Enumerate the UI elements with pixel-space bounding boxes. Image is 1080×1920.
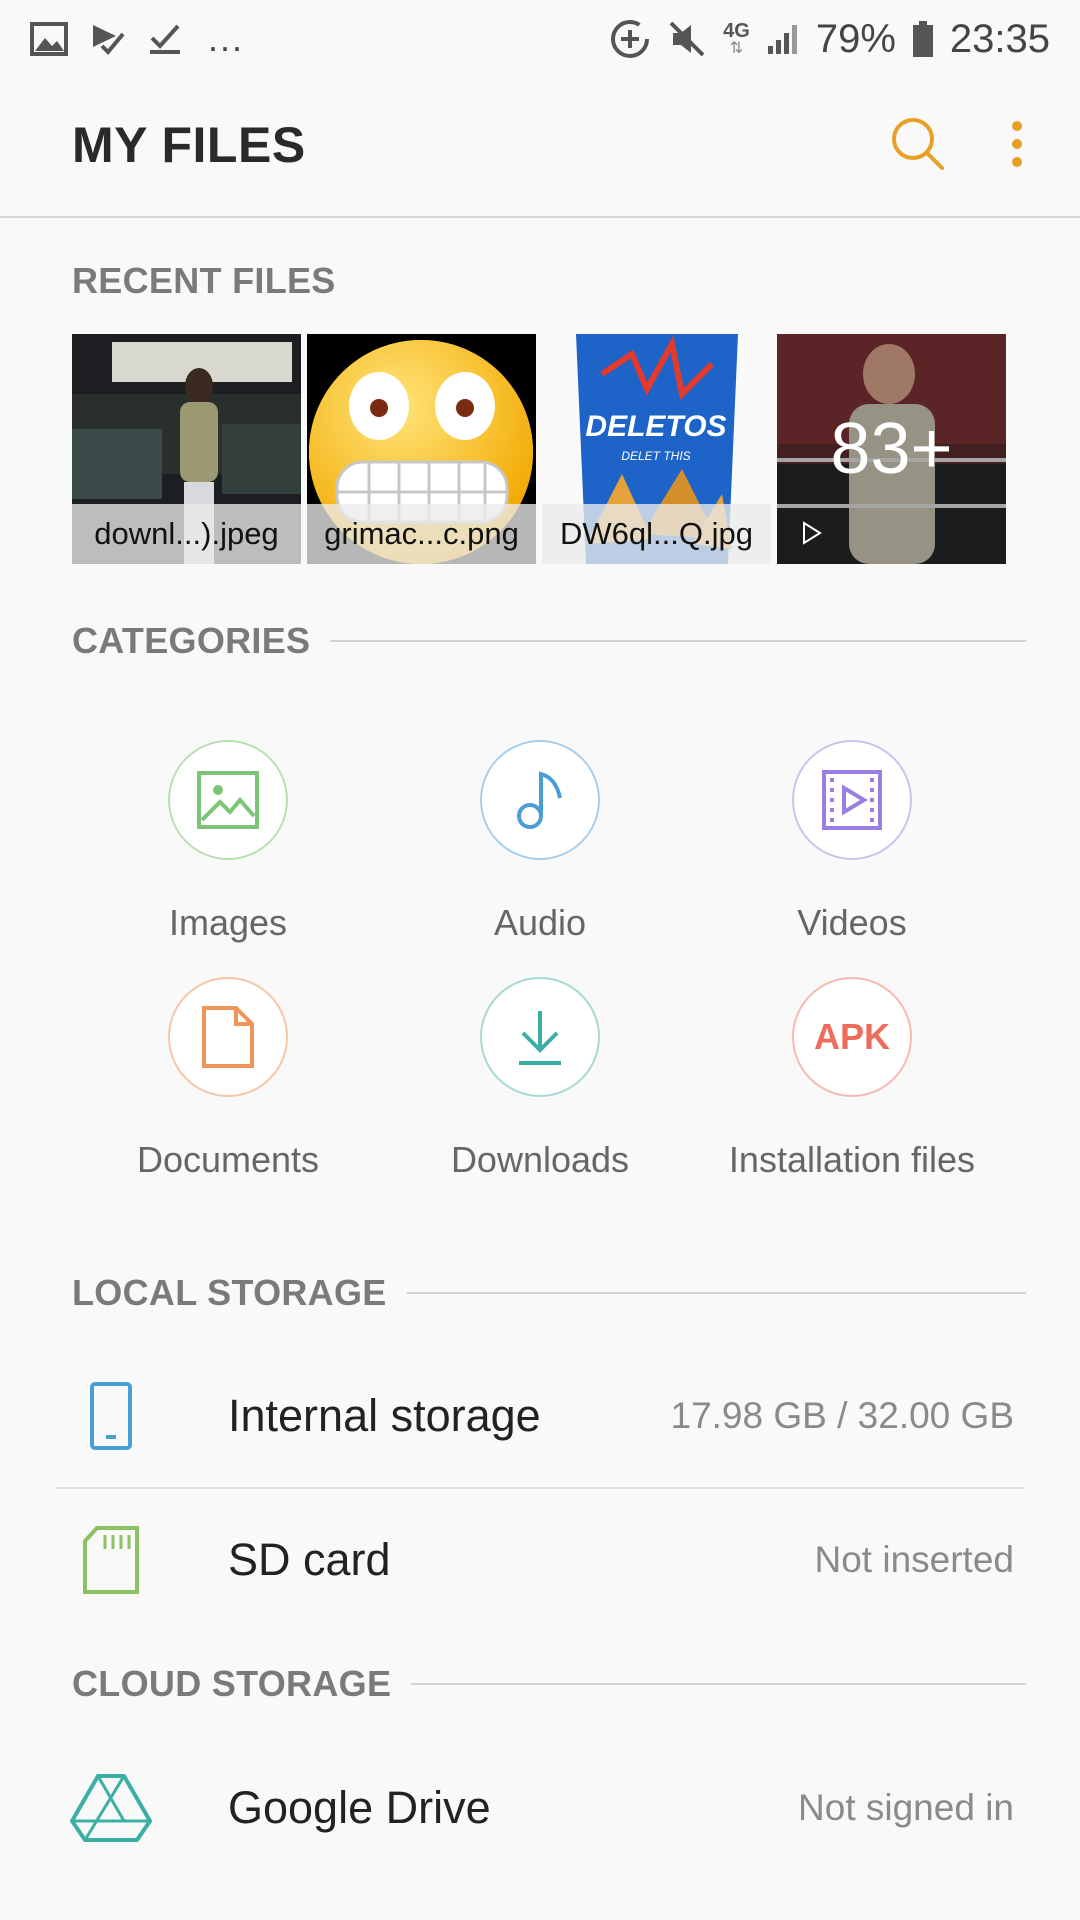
list-divider (56, 1487, 1024, 1489)
recent-file-thumb[interactable]: DELETOS DELET THIS DW6ql...Q.jpg (542, 334, 771, 564)
categories-header: CATEGORIES (72, 620, 1026, 662)
local-storage-title: LOCAL STORAGE (72, 1272, 387, 1313)
app-bar: MY FILES (0, 78, 1080, 218)
network-label: 4G (723, 20, 750, 42)
category-installation-files[interactable]: APK Installation files (696, 977, 1008, 1181)
svg-text:DELET THIS: DELET THIS (621, 449, 690, 463)
video-icon (792, 740, 912, 860)
sd-card-item[interactable]: SD card Not inserted (56, 1490, 1024, 1630)
storage-usage: 17.98 GB / 32.00 GB (670, 1395, 1015, 1436)
category-label: Downloads (450, 1139, 630, 1180)
storage-status: Not inserted (814, 1539, 1015, 1580)
recent-files-title: RECENT FILES (72, 260, 336, 301)
category-videos[interactable]: Videos (696, 740, 1008, 944)
local-storage-header: LOCAL STORAGE (72, 1272, 1026, 1314)
storage-name: Google Drive (228, 1782, 491, 1833)
signal-icon (766, 22, 800, 56)
network-4g-icon: 4G ⇅ (723, 20, 750, 57)
music-note-icon (480, 740, 600, 860)
categories-title: CATEGORIES (72, 620, 311, 661)
cloud-storage-title: CLOUD STORAGE (72, 1663, 392, 1704)
apk-icon: APK (792, 977, 912, 1097)
category-audio[interactable]: Audio (384, 740, 696, 944)
recent-file-name: DW6ql...Q.jpg (542, 504, 771, 564)
category-label: Installation files (728, 1139, 976, 1180)
data-saver-icon (609, 18, 651, 60)
category-images[interactable]: Images (72, 740, 384, 944)
section-divider (406, 1292, 1026, 1294)
recent-files-row: downl...).jpeg grimac...c.png DELETOS DE… (72, 334, 1008, 564)
search-icon[interactable] (888, 114, 948, 174)
status-right: 4G ⇅ 79% 23:35 (609, 17, 1050, 62)
recent-files-header: RECENT FILES (72, 260, 1026, 302)
page-title: MY FILES (72, 117, 306, 173)
section-divider (411, 1683, 1026, 1685)
recent-file-more[interactable]: 83+ (777, 334, 1006, 564)
category-label: Images (168, 902, 288, 943)
document-icon (168, 977, 288, 1097)
storage-status: Not signed in (798, 1787, 1014, 1828)
category-label: Documents (136, 1139, 320, 1180)
image-icon (168, 740, 288, 860)
play-icon (801, 521, 823, 550)
google-drive-item[interactable]: Google Drive Not signed in (56, 1738, 1024, 1878)
category-downloads[interactable]: Downloads (384, 977, 696, 1181)
more-options-icon[interactable] (1010, 119, 1024, 169)
mute-icon (667, 19, 707, 59)
apk-icon-text: APK (813, 1016, 890, 1057)
cloud-storage-header: CLOUD STORAGE (72, 1663, 1026, 1705)
storage-name: SD card (228, 1534, 391, 1585)
recent-file-name: downl...).jpeg (72, 504, 301, 564)
download-icon (480, 977, 600, 1097)
checklist-icon (90, 22, 126, 56)
gallery-icon (30, 22, 68, 56)
status-overflow: ... (208, 18, 245, 59)
battery-percent: 79% (815, 16, 896, 61)
google-drive-icon (56, 1773, 166, 1843)
recent-file-thumb[interactable]: grimac...c.png (307, 334, 536, 564)
svg-text:DELETOS: DELETOS (585, 410, 726, 443)
section-divider (330, 640, 1026, 642)
status-left: ... (30, 18, 244, 60)
recent-file-name: grimac...c.png (307, 504, 536, 564)
app-actions (888, 114, 1024, 174)
recent-file-thumb[interactable]: downl...).jpeg (72, 334, 301, 564)
storage-name: Internal storage (228, 1390, 541, 1441)
internal-storage-item[interactable]: Internal storage 17.98 GB / 32.00 GB (56, 1346, 1024, 1486)
status-bar: ... 4G ⇅ 79% 23:35 (0, 0, 1080, 78)
clock: 23:35 (949, 16, 1050, 61)
checkmark-icon (148, 22, 182, 56)
category-label: Audio (493, 902, 587, 943)
battery-icon (912, 20, 934, 58)
sd-card-icon (56, 1525, 166, 1595)
phone-icon (56, 1381, 166, 1451)
category-label: Videos (797, 902, 907, 943)
category-documents[interactable]: Documents (72, 977, 384, 1181)
